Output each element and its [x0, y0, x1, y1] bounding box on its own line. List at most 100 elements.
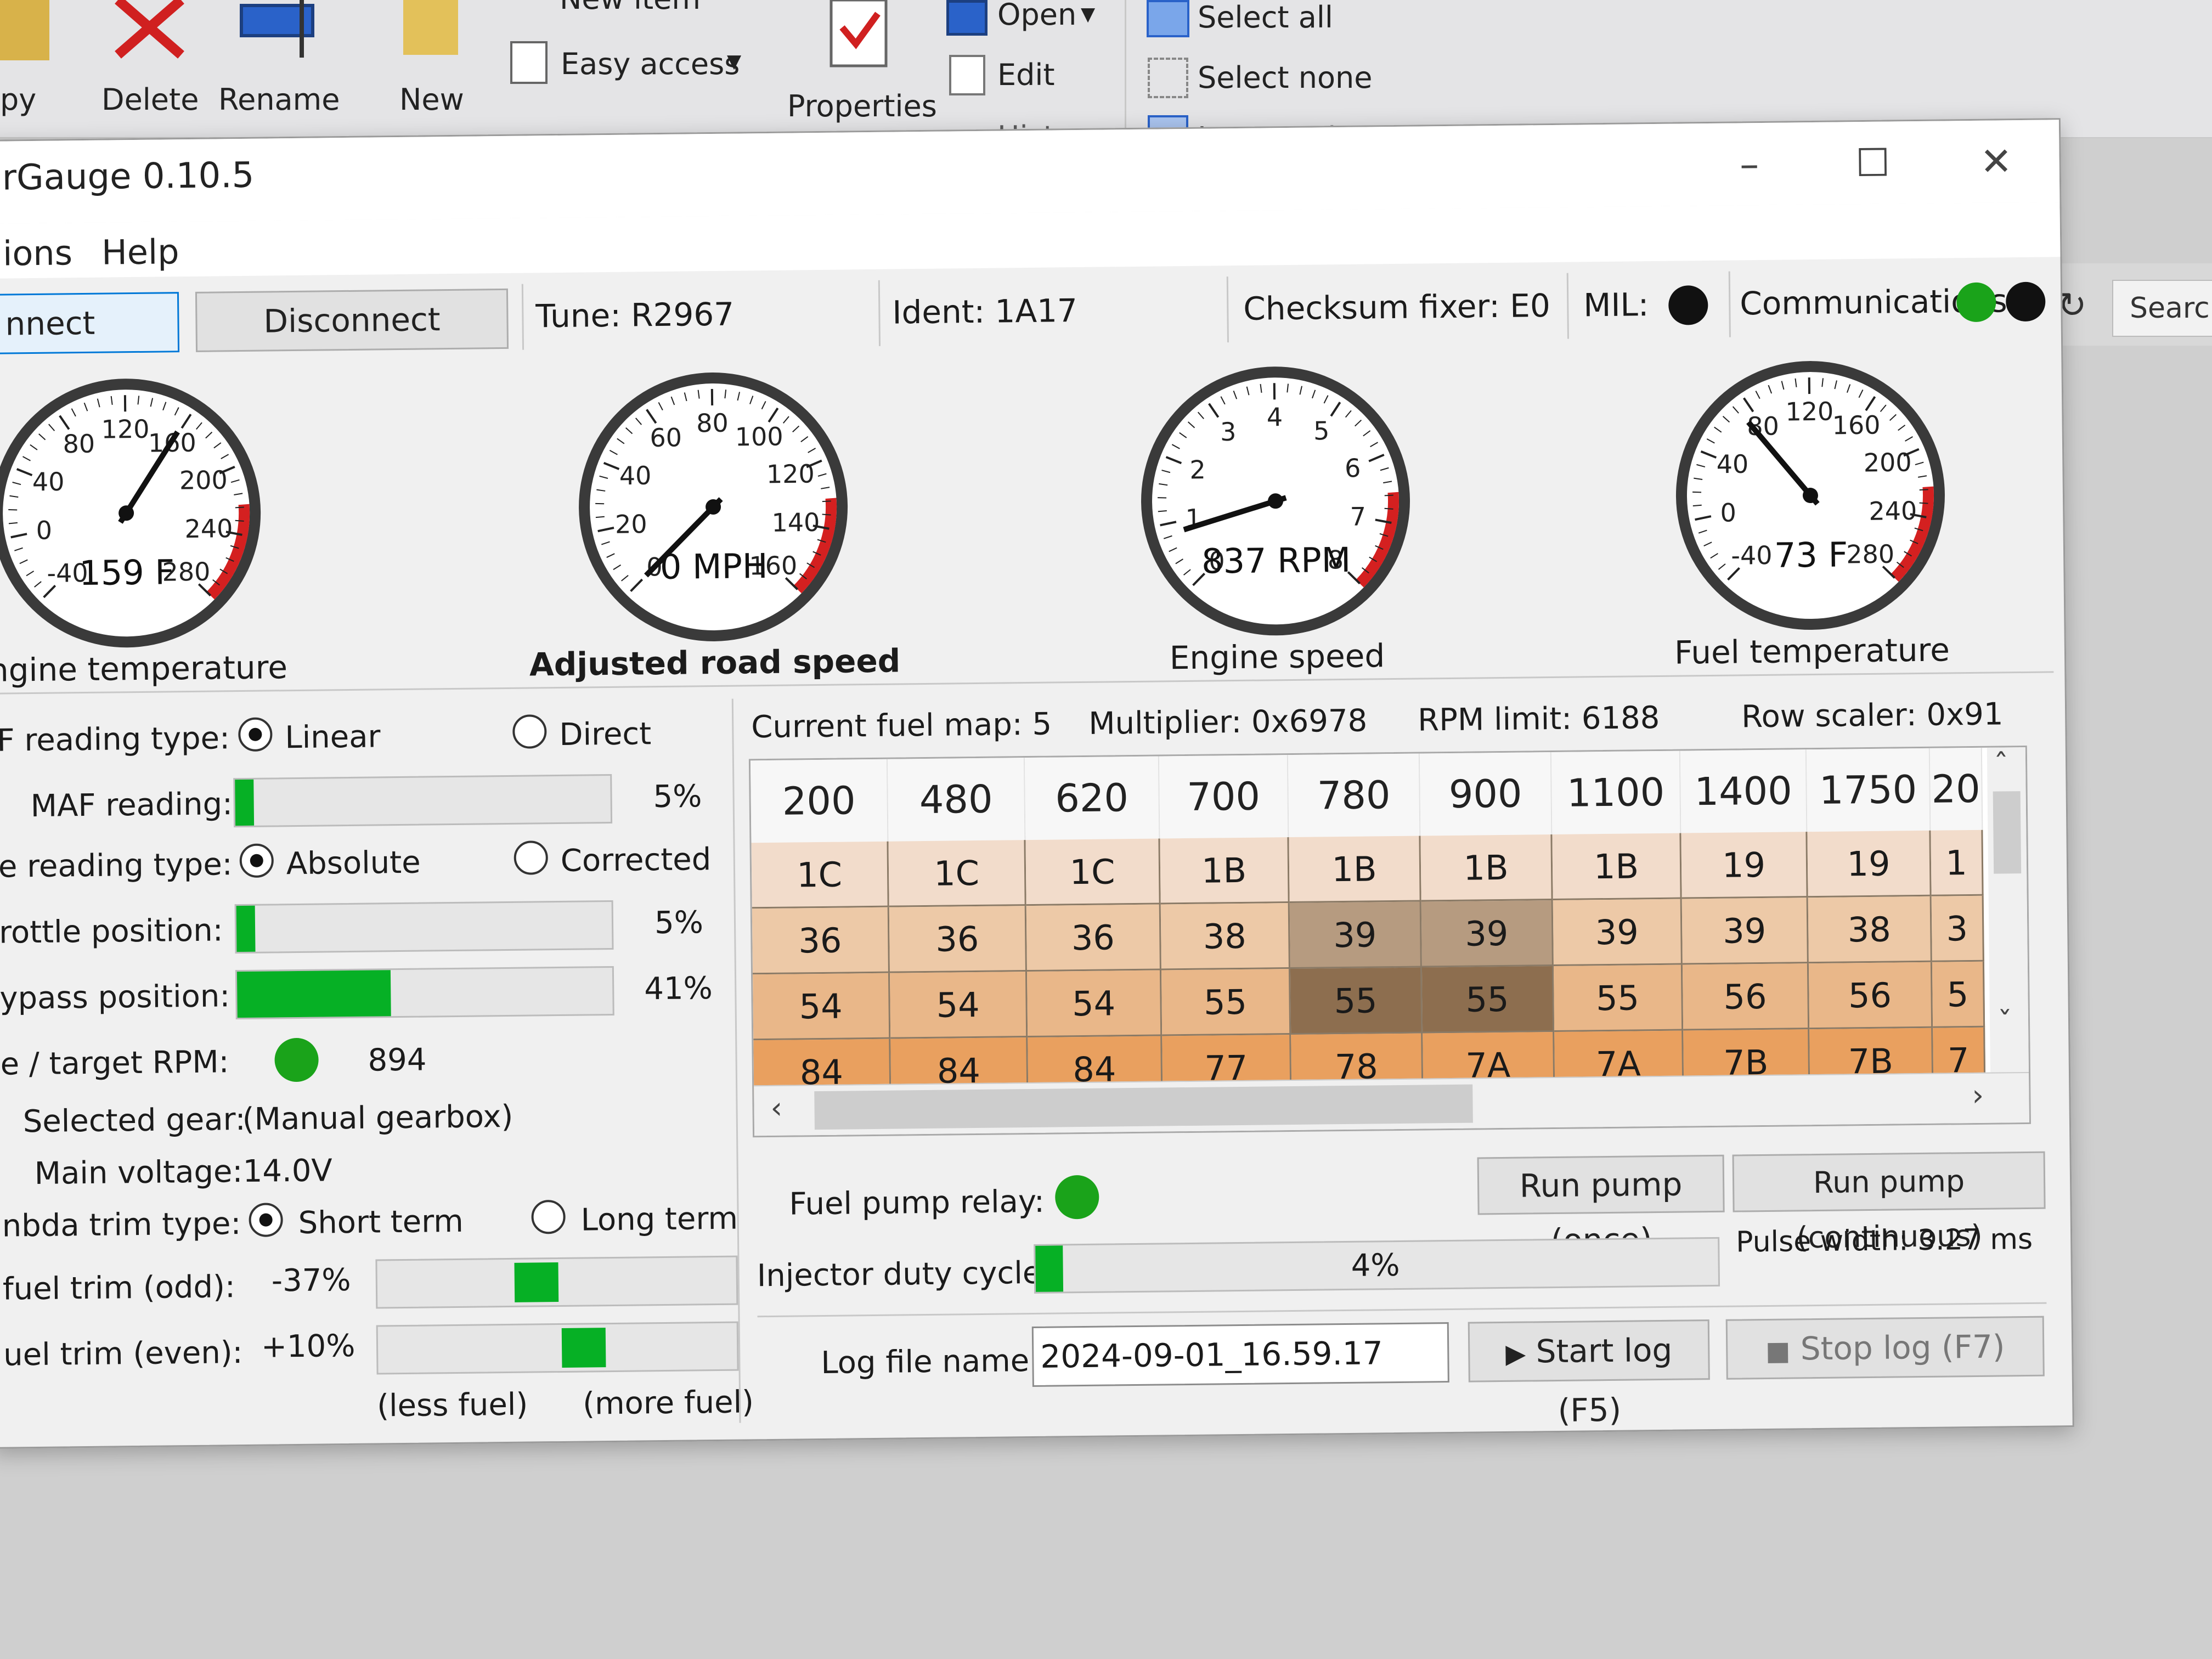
properties-label[interactable]: Properties	[787, 89, 937, 123]
scroll-down-icon[interactable]: ˇ	[1997, 1005, 2013, 1040]
open-chevron-icon[interactable]: ▼	[1081, 3, 1095, 25]
fuel-map-cell[interactable]: 3	[1931, 895, 1984, 962]
select-all-label[interactable]: Select all	[1198, 0, 1333, 35]
fuel-map-cell[interactable]: 1C	[751, 841, 889, 909]
log-file-name-input[interactable]: 2024-09-01_16.59.17	[1031, 1322, 1449, 1387]
fuel-map-cell[interactable]: 54	[889, 972, 1028, 1039]
vertical-scroll-thumb[interactable]	[1993, 791, 2022, 874]
fuel-map-column-header[interactable]: 480	[887, 758, 1026, 842]
fuel-map-column-header[interactable]: 20	[1929, 747, 1983, 831]
delete-icon[interactable]	[110, 0, 192, 60]
direct-label[interactable]: Direct	[559, 716, 651, 753]
run-pump-once-button[interactable]: Run pump (once)	[1477, 1154, 1725, 1259]
rename-icon[interactable]	[236, 0, 329, 60]
long-term-label[interactable]: Long term	[580, 1201, 738, 1238]
fuel-map-cell[interactable]: 1B	[1289, 836, 1421, 904]
properties-icon[interactable]	[826, 0, 897, 71]
fuel-map-cell[interactable]: 1B	[1552, 833, 1682, 901]
horizontal-scroll-thumb[interactable]	[814, 1084, 1473, 1130]
absolute-radio[interactable]	[239, 843, 274, 878]
fuel-map-cell[interactable]: 39	[1289, 901, 1422, 969]
run-pump-continuous-button[interactable]: Run pump (continuous)	[1732, 1151, 2046, 1255]
fuel-map-cell[interactable]: 55	[1290, 967, 1423, 1035]
fuel-map-column-header[interactable]: 620	[1024, 756, 1160, 840]
fuel-map-cell[interactable]: 1	[1931, 830, 1984, 896]
fuel-map-cell[interactable]: 39	[1421, 900, 1554, 968]
fuel-map-cell[interactable]: 39	[1553, 899, 1683, 967]
rename-label[interactable]: Rename	[218, 82, 340, 117]
corrected-label[interactable]: Corrected	[560, 842, 711, 879]
linear-label[interactable]: Linear	[285, 719, 381, 755]
fuel-map-column-header[interactable]: 780	[1288, 753, 1421, 838]
fuel-map-column-header[interactable]: 200	[750, 759, 889, 843]
connect-button[interactable]: nnect	[0, 292, 180, 354]
corrected-radio[interactable]	[514, 840, 549, 875]
copy-icon[interactable]	[0, 0, 49, 60]
new-label[interactable]: New	[399, 82, 464, 117]
edit-icon[interactable]	[949, 55, 985, 95]
fuel-map-cell[interactable]: 55	[1161, 969, 1291, 1036]
fuel-map-cell[interactable]: 55	[1553, 964, 1684, 1032]
open-label[interactable]: Open	[997, 0, 1076, 32]
linear-radio[interactable]	[238, 717, 273, 752]
new-item-label[interactable]: New item	[560, 0, 701, 16]
fuel-map-cell[interactable]: 36	[889, 906, 1027, 973]
engine-temp-readout: 159 F	[79, 552, 174, 593]
direct-radio[interactable]	[512, 714, 547, 749]
checksum-label: Checksum fixer: E0	[1243, 287, 1551, 328]
fuel-map-column-header[interactable]: 1750	[1806, 748, 1931, 832]
close-button[interactable]: ✕	[1966, 137, 2027, 187]
fuel-map-vertical-scrollbar[interactable]: ˆ ˇ	[1987, 747, 2029, 1074]
fuel-map-cell[interactable]: 19	[1681, 832, 1808, 899]
scroll-right-icon[interactable]: ›	[1972, 1078, 1984, 1113]
absolute-label[interactable]: Absolute	[286, 845, 421, 882]
copy-label[interactable]: py	[0, 82, 36, 117]
short-term-label[interactable]: Short term	[298, 1204, 464, 1241]
fuel-map-cell[interactable]: 54	[753, 973, 891, 1041]
scroll-up-icon[interactable]: ˆ	[1994, 747, 2009, 782]
disconnect-button[interactable]: Disconnect	[195, 288, 509, 352]
fuel-map-cell[interactable]: 56	[1808, 962, 1933, 1030]
fuel-map-cell[interactable]: 54	[1026, 970, 1163, 1038]
easy-access-chevron-icon[interactable]: ▼	[727, 50, 741, 72]
fuel-map-cell[interactable]: 56	[1682, 963, 1810, 1031]
start-log-button[interactable]: ▶ Start log (F5)	[1468, 1319, 1710, 1429]
maximize-button[interactable]: ☐	[1842, 138, 1903, 188]
fuel-map-column-header[interactable]: 1400	[1680, 749, 1808, 833]
gauge-tick-label: 0	[1720, 498, 1736, 527]
menu-help[interactable]: Help	[101, 232, 179, 272]
menu-options[interactable]: ions	[3, 233, 73, 273]
fuel-map-cell[interactable]: 5	[1932, 961, 1985, 1028]
fuel-map-cell[interactable]: 38	[1808, 896, 1932, 964]
fuel-map-column-header[interactable]: 1100	[1551, 751, 1681, 835]
engine-temp-caption: Engine temperature	[0, 648, 288, 690]
fuel-map-cell[interactable]: 19	[1807, 830, 1932, 898]
fuel-map-column-header[interactable]: 700	[1159, 755, 1289, 839]
scroll-left-icon[interactable]: ‹	[770, 1091, 782, 1125]
minimize-button[interactable]: –	[1719, 139, 1780, 189]
fuel-map-cell[interactable]: 1C	[1025, 838, 1161, 906]
new-folder-icon[interactable]	[403, 0, 458, 55]
fuel-map-cell[interactable]: 36	[1026, 904, 1161, 972]
fuel-map-cell[interactable]: 36	[752, 907, 890, 975]
long-term-radio[interactable]	[531, 1199, 566, 1234]
explorer-search-box[interactable]: Search	[2112, 280, 2212, 337]
fuel-map-cell[interactable]: 55	[1421, 966, 1555, 1034]
easy-access-icon[interactable]	[510, 41, 548, 84]
edit-label[interactable]: Edit	[997, 58, 1055, 92]
delete-label[interactable]: Delete	[101, 82, 199, 117]
select-none-label[interactable]: Select none	[1198, 60, 1372, 95]
fuel-map-column-header[interactable]: 900	[1419, 752, 1553, 836]
fuel-map-cell[interactable]: 38	[1160, 903, 1290, 970]
select-none-icon[interactable]	[1148, 58, 1188, 98]
stop-log-button[interactable]: ■ Stop log (F7)	[1725, 1316, 2045, 1380]
open-icon[interactable]	[946, 0, 988, 36]
fuel-map-cell[interactable]: 1C	[888, 840, 1026, 907]
fuel-map-table[interactable]: 200 480 620 700 780 900 1100 1400 1750 20 1C 1C 1C 1B…	[748, 745, 2031, 1138]
fuel-map-cell[interactable]: 1B	[1160, 837, 1290, 905]
fuel-map-cell[interactable]: 1B	[1420, 834, 1553, 902]
easy-access-label[interactable]: Easy access	[561, 47, 740, 81]
fuel-map-cell[interactable]: 39	[1681, 898, 1809, 965]
select-all-icon[interactable]	[1147, 0, 1189, 37]
short-term-radio[interactable]	[249, 1203, 283, 1237]
